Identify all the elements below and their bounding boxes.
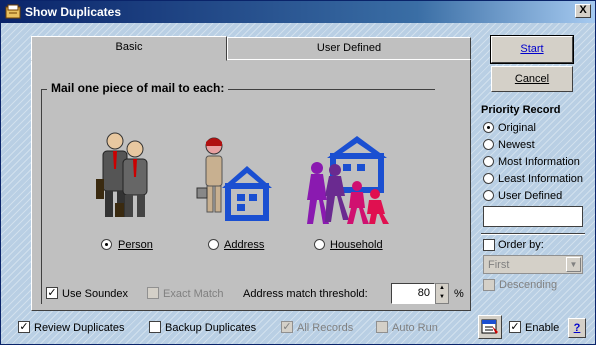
threshold-input[interactable]: 80 <box>391 283 435 304</box>
review-duplicates-label[interactable]: Review Duplicates <box>34 322 124 334</box>
descending-checkbox[interactable] <box>483 279 495 291</box>
descending-label[interactable]: Descending <box>499 279 557 291</box>
household-radio[interactable] <box>314 239 325 250</box>
window-title: Show Duplicates <box>25 5 122 19</box>
start-button[interactable]: Start <box>490 35 574 64</box>
exact-match-checkbox[interactable] <box>147 287 159 299</box>
priority-most-info-radio[interactable] <box>483 156 494 167</box>
help-button[interactable]: ? <box>568 318 586 338</box>
order-by-label[interactable]: Order by: <box>498 239 544 251</box>
tab-join <box>32 58 226 61</box>
tab-basic-label: Basic <box>115 41 143 53</box>
household-icon <box>307 136 389 224</box>
threshold-value: 80 <box>417 287 430 299</box>
spin-down-icon[interactable]: ▼ <box>436 293 448 302</box>
backup-duplicates-label[interactable]: Backup Duplicates <box>165 322 256 334</box>
threshold-label: Address match threshold: <box>243 288 368 300</box>
review-duplicates-checkbox[interactable]: ✓ <box>18 321 30 333</box>
house-icon <box>196 137 272 221</box>
priority-title: Priority Record <box>481 104 561 116</box>
priority-least-info-radio[interactable] <box>483 173 494 184</box>
priority-least-info-label[interactable]: Least Information <box>498 173 583 185</box>
title-bar: Show Duplicates X <box>1 1 595 23</box>
use-soundex-checkbox[interactable]: ✓ <box>46 287 58 299</box>
divider <box>481 233 585 235</box>
chevron-down-icon[interactable]: ▼ <box>566 257 581 272</box>
calendar-icon <box>481 319 498 334</box>
tab-user-defined-label: User Defined <box>316 42 382 54</box>
threshold-unit: % <box>454 288 464 300</box>
group-title: Mail one piece of mail to each: <box>47 81 229 95</box>
spin-up-icon[interactable]: ▲ <box>436 284 448 293</box>
order-by-select[interactable]: First ▼ <box>483 255 583 274</box>
all-records-label[interactable]: All Records <box>297 322 353 334</box>
person-radio[interactable] <box>101 239 112 250</box>
auto-run-checkbox[interactable] <box>376 321 388 333</box>
person-label[interactable]: Person <box>118 239 153 251</box>
threshold-spinner[interactable]: ▲ ▼ <box>435 283 449 304</box>
priority-newest-radio[interactable] <box>483 139 494 150</box>
exact-match-label[interactable]: Exact Match <box>163 288 224 300</box>
backup-duplicates-checkbox[interactable] <box>149 321 161 333</box>
address-radio[interactable] <box>208 239 219 250</box>
tab-user-defined[interactable]: User Defined <box>227 37 471 60</box>
priority-newest-label[interactable]: Newest <box>498 139 535 151</box>
priority-user-defined-radio[interactable] <box>483 190 494 201</box>
schedule-button[interactable] <box>478 315 502 339</box>
priority-user-defined-label[interactable]: User Defined <box>498 190 562 202</box>
household-label[interactable]: Household <box>330 239 383 251</box>
use-soundex-label[interactable]: Use Soundex <box>62 288 128 300</box>
group-frame-left <box>41 89 42 304</box>
enable-label[interactable]: Enable <box>525 322 559 334</box>
enable-checkbox[interactable]: ✓ <box>509 321 521 333</box>
auto-run-label[interactable]: Auto Run <box>392 322 438 334</box>
priority-most-info-label[interactable]: Most Information <box>498 156 580 168</box>
all-records-checkbox[interactable]: ✓ <box>281 321 293 333</box>
person-icon <box>96 132 148 217</box>
priority-user-defined-input[interactable] <box>483 206 583 227</box>
priority-original-label[interactable]: Original <box>498 122 536 134</box>
priority-original-radio[interactable] <box>483 122 494 133</box>
app-icon <box>5 4 21 19</box>
order-by-value: First <box>488 259 510 271</box>
cancel-button[interactable]: Cancel <box>491 66 573 92</box>
order-by-checkbox[interactable] <box>483 239 495 251</box>
show-duplicates-window: Show Duplicates X Basic User Defined Mai… <box>0 0 596 345</box>
address-label[interactable]: Address <box>224 239 264 251</box>
close-button[interactable]: X <box>575 4 591 18</box>
